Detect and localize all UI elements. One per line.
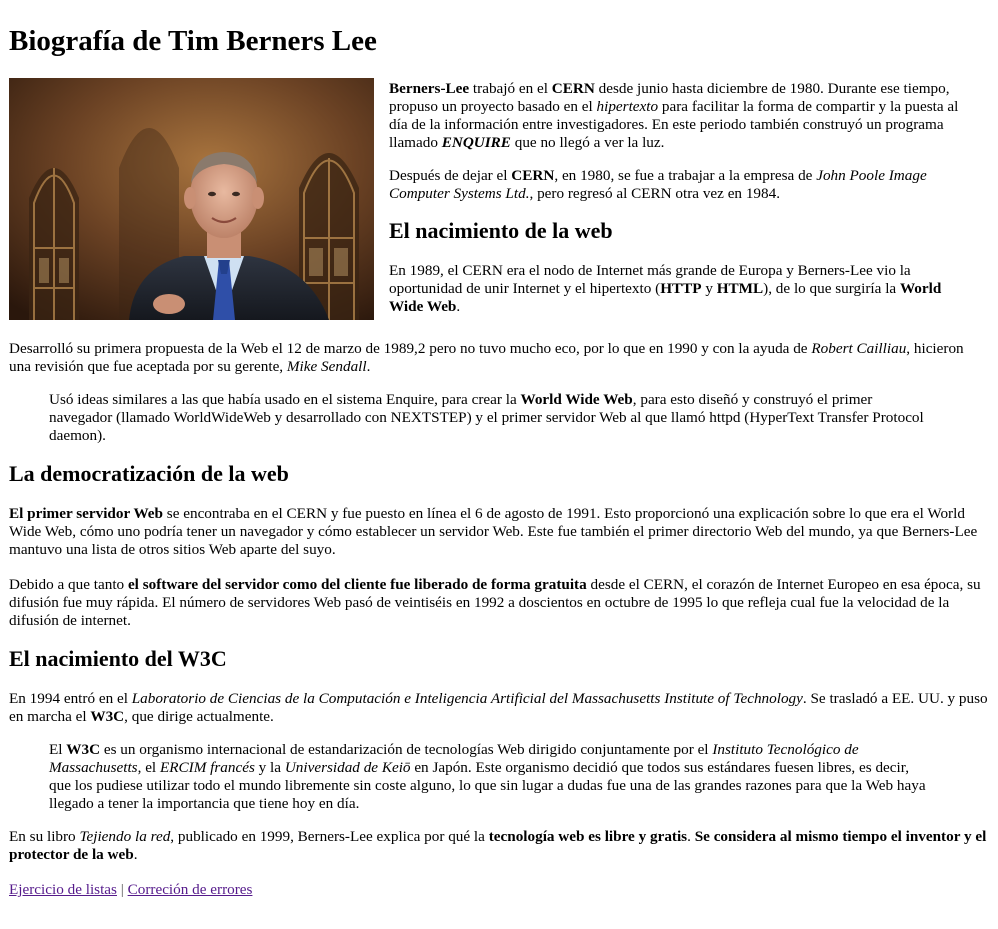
text-run: Universidad de Keiō [284, 759, 411, 776]
text-run: CERN [511, 167, 555, 184]
text-run: Tejiendo la red [79, 828, 171, 845]
text-run: En 1994 entró en el [9, 690, 132, 707]
text-run: Después de dejar el [389, 167, 512, 184]
text-run: Desarrolló su primera propuesta de la We… [9, 340, 812, 357]
text-run: En su libro [9, 828, 80, 845]
text-run: tecnología web es libre y gratis [488, 828, 688, 845]
text-run: ENQUIRE [441, 134, 511, 151]
democratization-paragraph-1: El primer servidor Web se encontraba en … [9, 505, 989, 559]
text-run: Robert Cailliau [811, 340, 907, 357]
intro-paragraph-2: Después de dejar el CERN, en 1980, se fu… [389, 167, 979, 203]
text-run: , en 1980, se fue a trabajar a la empres… [554, 167, 817, 184]
democratization-paragraph-2: Debido a que tanto el software del servi… [9, 576, 989, 630]
text-run: El [49, 741, 67, 758]
text-run: Debido a que tanto [9, 576, 128, 593]
portrait-image [9, 78, 374, 320]
link-correcion-errores[interactable]: Correción de errores [128, 881, 253, 898]
text-run: . [687, 828, 695, 845]
text-run: . [133, 846, 138, 863]
text-run: Mike Sendall [286, 358, 367, 375]
section-heading-democratization: La democratización de la web [9, 461, 289, 486]
text-run: , el [137, 759, 160, 776]
w3c-paragraph-2: En su libro Tejiendo la red, publicado e… [9, 828, 989, 864]
web-birth-paragraph-2: Desarrolló su primera propuesta de la We… [9, 340, 989, 376]
text-run: que no llegó a ver la luz. [510, 134, 665, 151]
text-run: es un organismo internacional de estanda… [100, 741, 713, 758]
text-run: ), de lo que surgiría la [763, 280, 900, 297]
text-run: , que dirige actualmente. [124, 708, 274, 725]
text-run: HTML [716, 280, 764, 297]
link-ejercicio-listas[interactable]: Ejercicio de listas [9, 881, 117, 898]
text-run: Berners-Lee [389, 80, 470, 97]
text-run: Usó ideas similares a las que había usad… [49, 391, 521, 408]
text-run: hipertexto [596, 98, 659, 115]
text-run: W3C [90, 708, 125, 725]
intro-block: Berners-Lee trabajó en el CERN desde jun… [9, 78, 989, 328]
text-run: CERN [551, 80, 595, 97]
intro-text: Berners-Lee trabajó en el CERN desde jun… [389, 78, 979, 316]
text-run: el software del servidor como del client… [127, 576, 587, 593]
page: Biografía de Tim Berners Lee Berners-Lee… [0, 0, 998, 899]
text-run: , publicado en 1999, Berners-Lee explica… [170, 828, 489, 845]
text-run: y [701, 280, 717, 297]
footer-links: Ejercicio de listas | Correción de error… [9, 881, 989, 899]
text-run: Laboratorio de Ciencias de la Computació… [131, 690, 803, 707]
text-run: trabajó en el [469, 80, 552, 97]
text-run: , pero regresó al CERN otra vez en 1984. [529, 185, 780, 202]
text-run: . [456, 298, 461, 315]
text-run: ERCIM francés [159, 759, 255, 776]
web-birth-paragraph-1: En 1989, el CERN era el nodo de Internet… [389, 262, 979, 316]
text-run: y la [254, 759, 285, 776]
intro-paragraph-1: Berners-Lee trabajó en el CERN desde jun… [389, 80, 979, 152]
text-run: W3C [66, 741, 101, 758]
text-run: . [366, 358, 371, 375]
section-heading-w3c: El nacimiento del W3C [9, 646, 227, 671]
section-heading-web-birth: El nacimiento de la web [389, 218, 613, 243]
w3c-quote: El W3C es un organismo internacional de … [9, 741, 929, 813]
text-run: HTTP [660, 280, 702, 297]
page-title: Biografía de Tim Berners Lee [9, 25, 377, 57]
link-separator: | [120, 881, 124, 898]
text-run: World Wide Web [520, 391, 633, 408]
w3c-paragraph-1: En 1994 entró en el Laboratorio de Cienc… [9, 690, 989, 726]
web-birth-quote: Usó ideas similares a las que había usad… [9, 391, 929, 445]
text-run: El primer servidor Web [9, 505, 163, 522]
